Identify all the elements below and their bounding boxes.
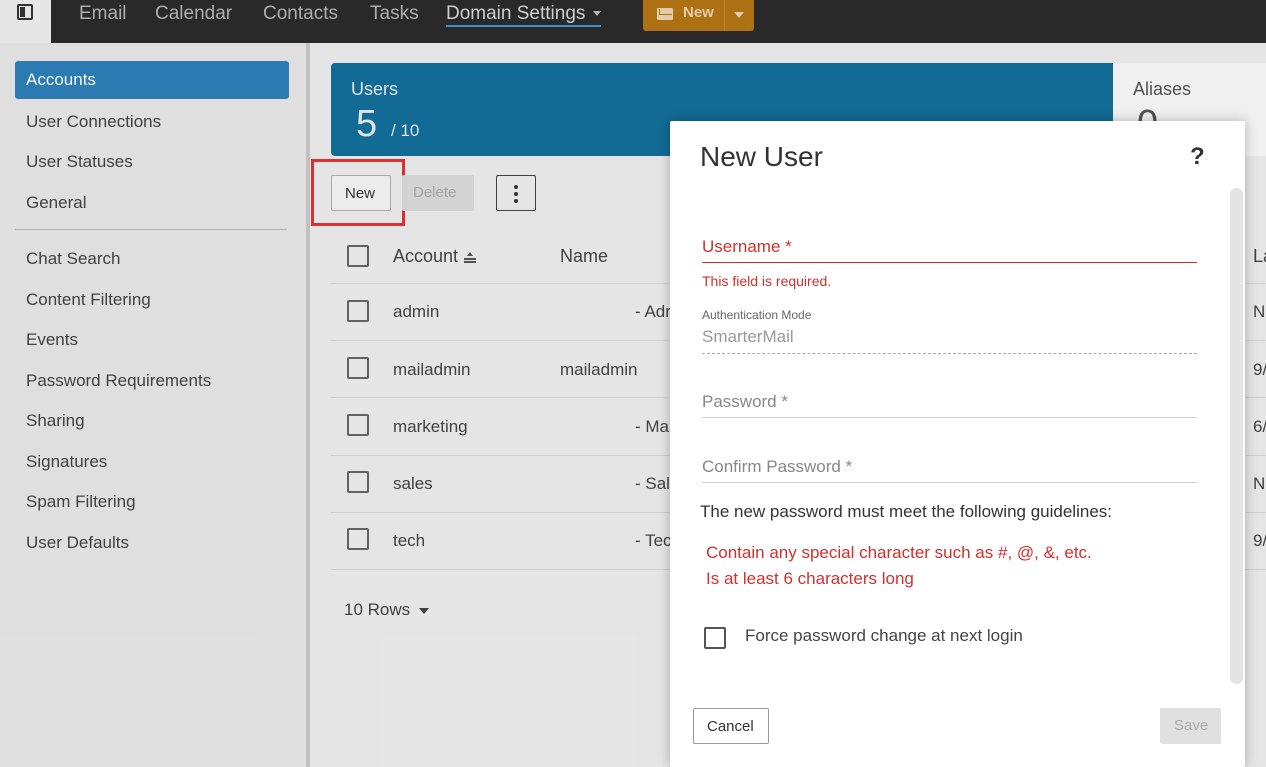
dialog-scrollbar[interactable] [1229, 188, 1245, 688]
cancel-button-label: Cancel [707, 718, 754, 735]
new-user-dialog: New User ? Username * This field is requ… [670, 121, 1245, 767]
cancel-button[interactable]: Cancel [693, 708, 769, 744]
dialog-title: New User [700, 141, 823, 172]
auth-mode-underline [702, 353, 1197, 354]
password-rule: Is at least 6 characters long [706, 569, 914, 588]
auth-mode-label: Authentication Mode [702, 308, 812, 322]
password-guidelines-text: The new password must meet the following… [700, 502, 1112, 521]
password-underline [702, 417, 1197, 418]
username-underline [702, 262, 1197, 263]
username-error: This field is required. [702, 273, 832, 289]
password-rule: Contain any special character such as #,… [706, 543, 1092, 562]
confirm-password-field[interactable]: Confirm Password * [702, 457, 852, 477]
save-button-label: Save [1174, 717, 1209, 734]
password-field[interactable]: Password * [702, 392, 788, 412]
auth-mode-value: SmarterMail [702, 327, 794, 346]
force-password-change-checkbox[interactable] [704, 627, 726, 649]
force-password-change-label[interactable]: Force password change at next login [745, 626, 1023, 646]
confirm-password-underline [702, 482, 1197, 483]
help-icon[interactable]: ? [1190, 143, 1205, 171]
save-button[interactable]: Save [1160, 708, 1221, 744]
scrollbar-thumb[interactable] [1230, 188, 1243, 684]
username-field[interactable]: Username * [702, 237, 792, 257]
